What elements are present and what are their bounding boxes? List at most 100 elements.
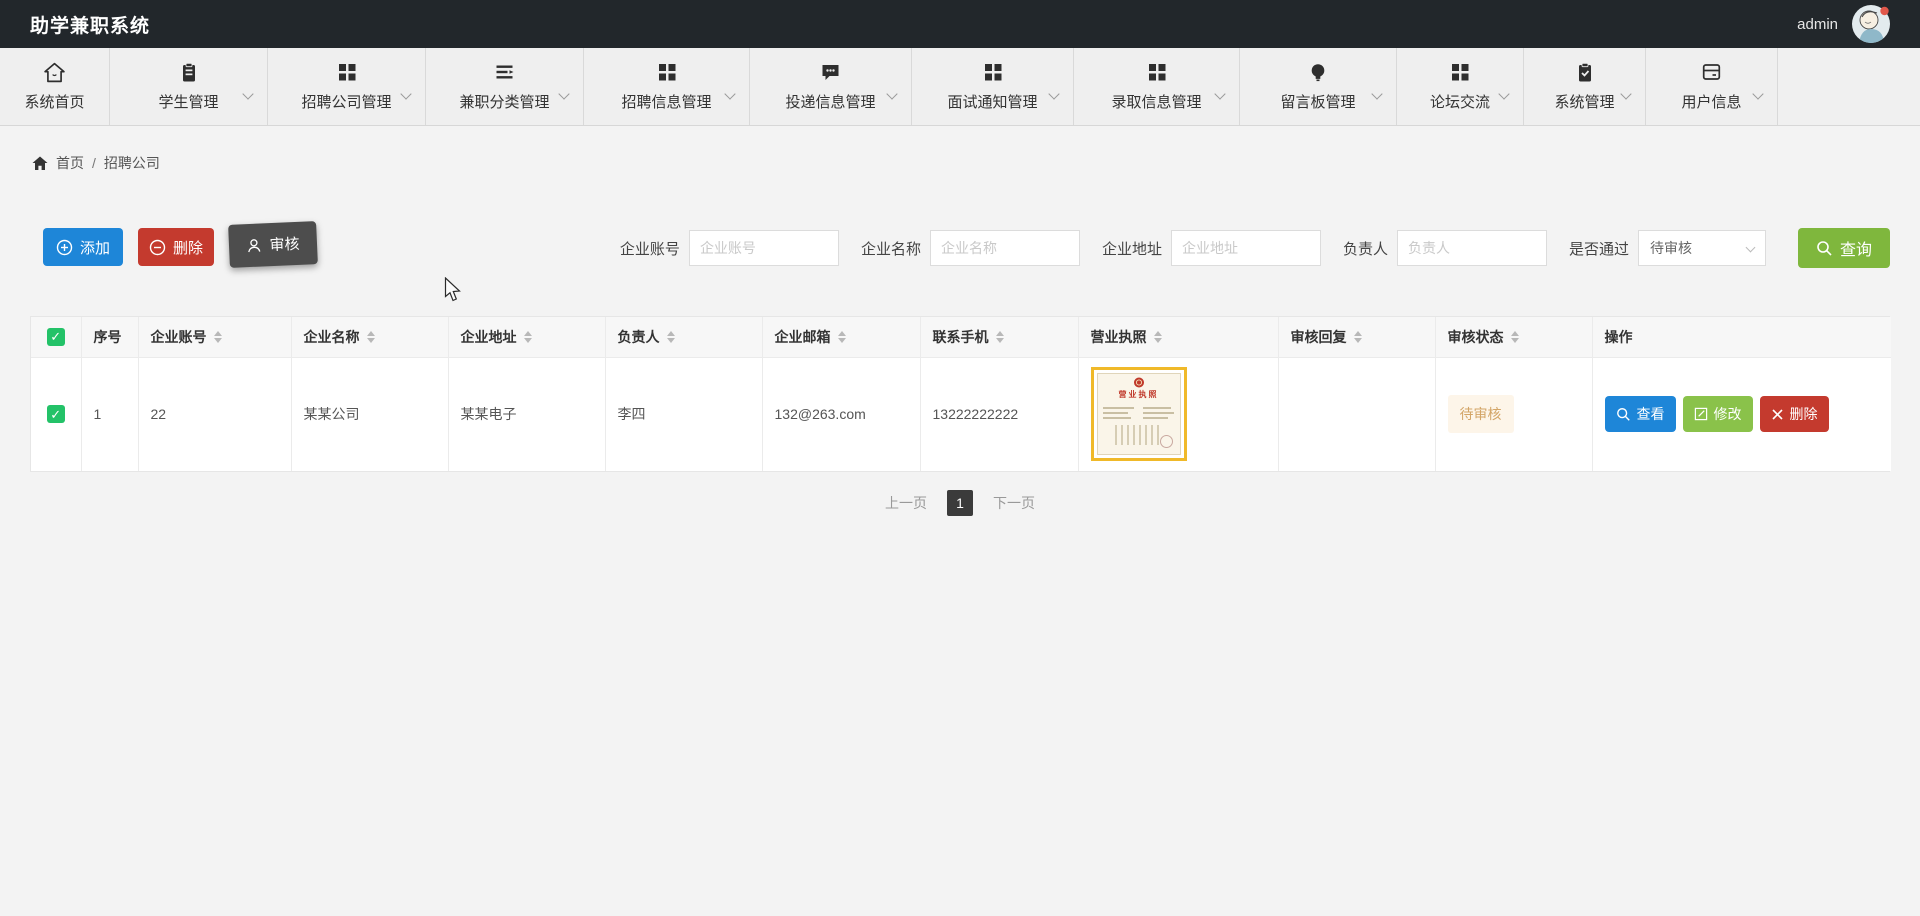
user-name[interactable]: admin [1797,16,1838,33]
col-account[interactable]: 企业账号 [138,317,292,358]
grid-icon [1449,59,1471,85]
sort-icon[interactable] [666,330,675,343]
sort-icon[interactable] [1153,330,1162,343]
nav-item-system-mgmt[interactable]: 系统管理 [1524,48,1646,125]
prev-page-button[interactable]: 上一页 [885,493,927,513]
chevron-down-icon [724,88,736,100]
next-page-button[interactable]: 下一页 [993,493,1035,513]
col-actions: 操作 [1592,317,1891,358]
edit-button[interactable]: 修改 [1682,396,1753,433]
toolbar: 添加 删除 审核 [43,221,318,268]
row-delete-button[interactable]: 删除 [1759,396,1829,433]
sort-icon[interactable] [1510,330,1519,343]
current-page[interactable]: 1 [947,490,973,516]
col-review-status[interactable]: 审核状态 [1435,317,1593,358]
nav-item-messageboard-mgmt[interactable]: 留言板管理 [1240,48,1397,125]
grid-icon [656,59,678,85]
app-title: 助学兼职系统 [30,15,151,37]
cell-review-reply [1278,357,1436,471]
clipboard-icon [178,59,200,85]
nav-item-student-mgmt[interactable]: 学生管理 [110,48,268,125]
breadcrumb-home[interactable]: 首页 [56,153,84,173]
col-manager[interactable]: 负责人 [605,317,763,358]
topbar: 助学兼职系统 admin [0,0,1920,48]
business-license-thumbnail[interactable]: 营业执照 [1090,367,1187,462]
col-company-name[interactable]: 企业名称 [291,317,449,358]
nav-item-interview-mgmt[interactable]: 面试通知管理 [912,48,1074,125]
col-license[interactable]: 营业执照 [1078,317,1279,358]
nav-item-delivery-mgmt[interactable]: 投递信息管理 [750,48,912,125]
nav-item-admission-mgmt[interactable]: 录取信息管理 [1074,48,1240,125]
chevron-down-icon [1620,88,1632,100]
stamp-icon [1159,435,1173,449]
nav-item-system-home[interactable]: 系统首页 [0,48,110,125]
sort-icon[interactable] [366,330,375,343]
emblem-icon [1133,377,1144,388]
address-filter-input[interactable] [1170,230,1321,266]
manager-filter-label: 负责人 [1342,240,1388,258]
plus-circle-icon [56,239,73,255]
cell-review-status: 待审核 [1435,357,1593,471]
chevron-down-icon [242,88,254,100]
user-avatar[interactable] [1852,5,1890,43]
col-phone[interactable]: 联系手机 [920,317,1079,358]
view-button[interactable]: 查看 [1604,396,1676,433]
person-icon [248,238,261,252]
screen: 助学兼职系统 admin 系统首页 学生管理 招聘公司管理 兼职分类管理 招聘信… [0,0,1920,916]
cell-license: 营业执照 [1078,357,1279,471]
chevron-down-icon [1371,88,1383,100]
sort-icon[interactable] [995,330,1004,343]
mouse-cursor [444,277,461,302]
home-icon [43,59,66,85]
cell-email: 132@263.com [762,357,921,471]
chevron-down-icon [886,88,898,100]
chevron-down-icon [1048,88,1060,100]
cell-address: 某某电子 [448,357,606,471]
row-checkbox[interactable]: ✓ [46,405,65,424]
pass-filter-label: 是否通过 [1568,240,1629,258]
col-address[interactable]: 企业地址 [448,317,606,358]
sort-icon[interactable] [213,330,222,343]
nav-item-user-info[interactable]: 用户信息 [1646,48,1778,125]
account-filter-input[interactable] [688,230,839,266]
sort-icon[interactable] [1353,330,1362,343]
cell-company-name: 某某公司 [291,357,449,471]
edit-icon [1694,408,1707,421]
nav-item-job-info-mgmt[interactable]: 招聘信息管理 [584,48,750,125]
nav-item-category-mgmt[interactable]: 兼职分类管理 [426,48,584,125]
account-filter-label: 企业账号 [619,240,680,258]
avatar-badge [1880,6,1889,16]
delete-button[interactable]: 删除 [138,228,214,266]
pass-select[interactable]: 待审核 [1638,230,1766,266]
nav-item-forum[interactable]: 论坛交流 [1397,48,1524,125]
add-button[interactable]: 添加 [43,228,123,266]
company-table: ✓ 序号 企业账号 企业名称 企业地址 负责人 企业邮箱 联系手机 营业执照 审… [30,316,1891,472]
chevron-down-icon [558,88,570,100]
review-button[interactable]: 审核 [228,221,318,268]
license-title: 营业执照 [1118,390,1159,400]
address-filter-label: 企业地址 [1101,240,1162,258]
cell-account: 22 [138,357,292,471]
col-email[interactable]: 企业邮箱 [762,317,921,358]
sort-icon[interactable] [523,330,532,343]
grid-icon [982,59,1004,85]
main-nav: 系统首页 学生管理 招聘公司管理 兼职分类管理 招聘信息管理 投递信息管理 面试… [0,48,1920,126]
col-review-reply[interactable]: 审核回复 [1278,317,1436,358]
name-filter-label: 企业名称 [860,240,921,258]
chevron-down-icon [1498,88,1510,100]
sort-icon[interactable] [837,330,846,343]
status-badge: 待审核 [1447,395,1514,434]
search-button[interactable]: 查询 [1798,228,1890,268]
cell-manager: 李四 [605,357,763,471]
cell-index: 1 [81,357,139,471]
breadcrumb: 首页 / 招聘公司 [32,153,160,173]
name-filter-input[interactable] [929,230,1080,266]
manager-filter-input[interactable] [1396,230,1547,266]
select-all-checkbox[interactable]: ✓ [46,327,65,346]
nav-item-company-mgmt[interactable]: 招聘公司管理 [268,48,426,125]
minus-circle-icon [149,239,166,255]
grid-icon [336,59,358,85]
cell-phone: 13222222222 [920,357,1079,471]
table-header-row: ✓ 序号 企业账号 企业名称 企业地址 负责人 企业邮箱 联系手机 营业执照 审… [31,317,1891,358]
filter-bar: 企业账号 企业名称 企业地址 负责人 是否通过 待审核 查询 [620,228,1890,268]
